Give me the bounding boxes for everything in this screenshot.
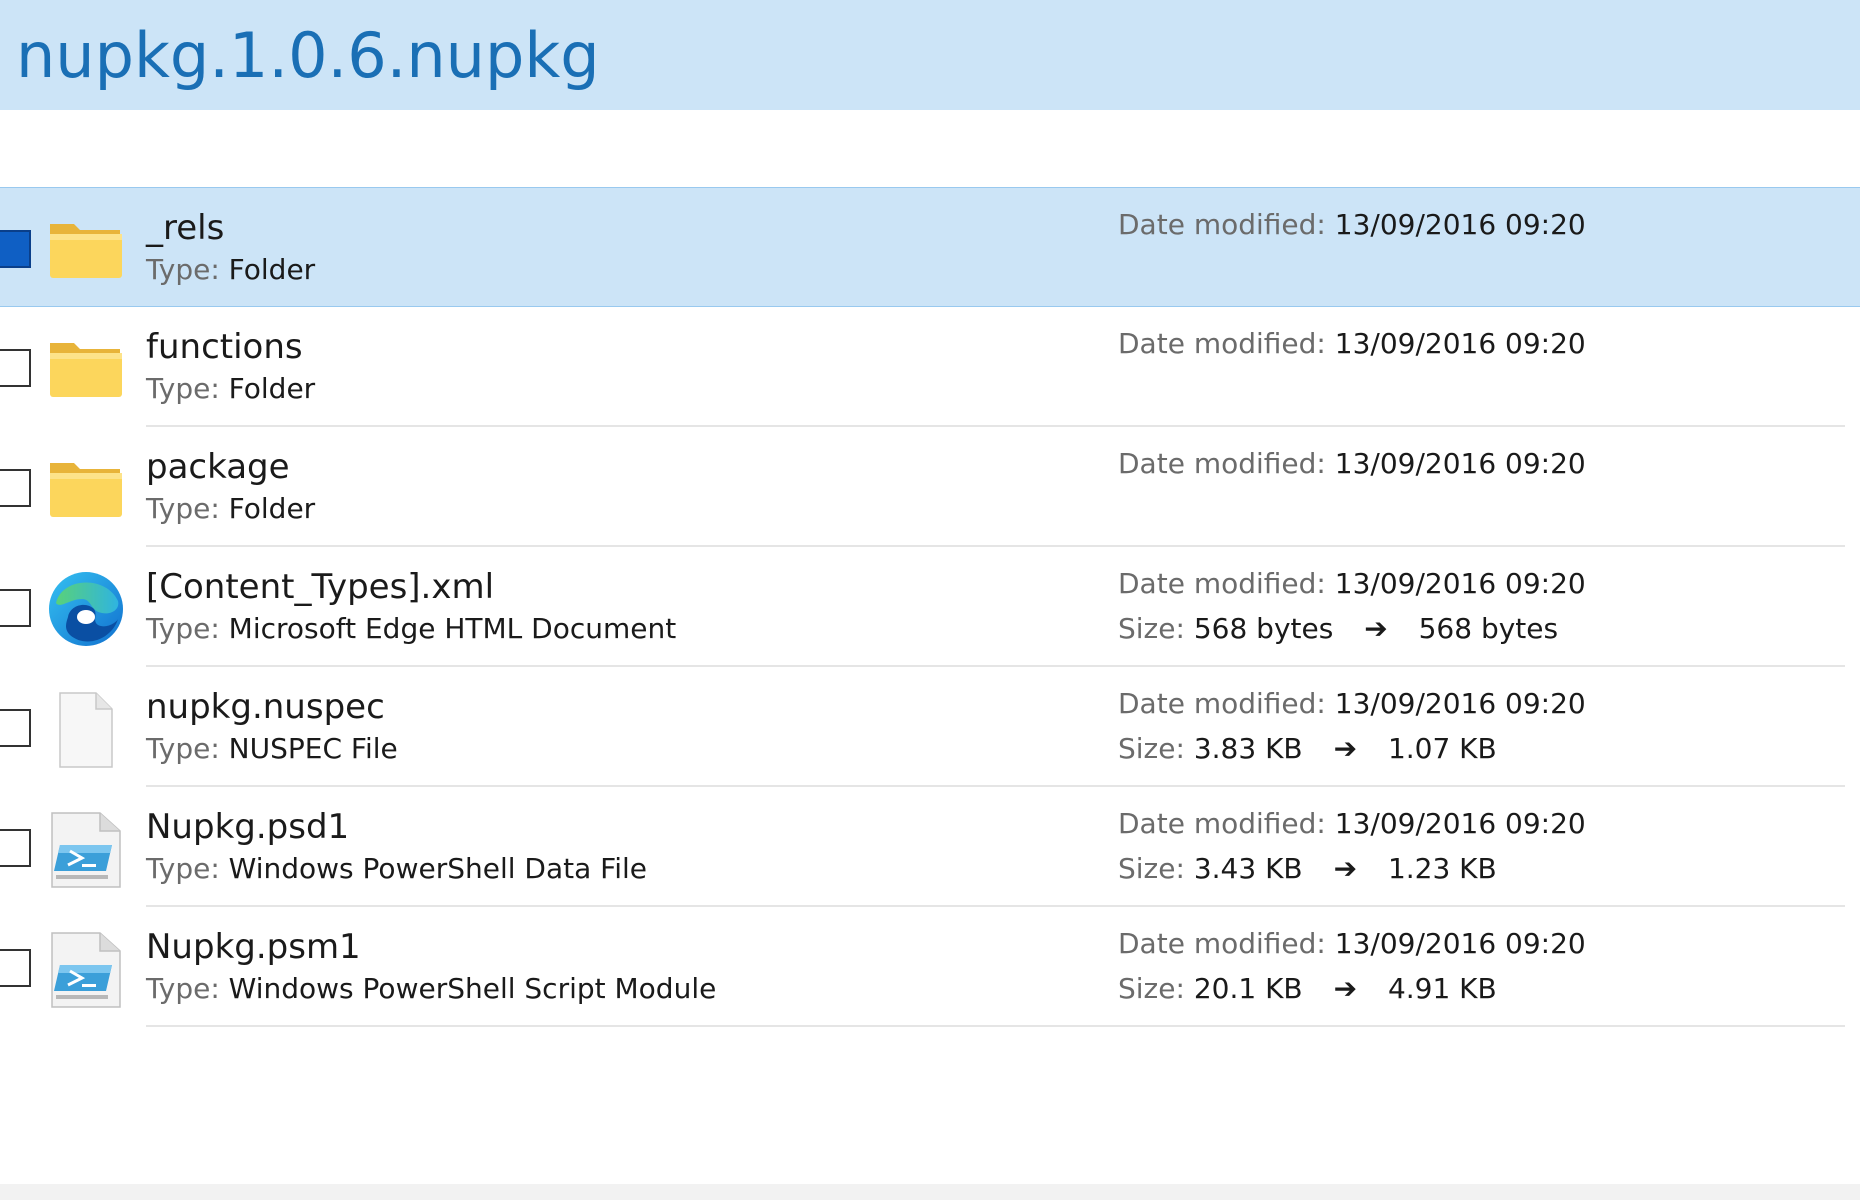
- size-label: Size:: [1118, 732, 1185, 765]
- size-label: Size:: [1118, 852, 1185, 885]
- file-name: _rels: [146, 208, 225, 248]
- size-original-value: 20.1 KB: [1193, 972, 1303, 1005]
- file-row-rels[interactable]: _rels Type: Folder Date modified: 13/09/…: [0, 187, 1860, 307]
- file-type-line: Type: Folder: [146, 251, 315, 289]
- date-modified-line: Date modified: 13/09/2016 09:20: [1118, 685, 1586, 723]
- size-line: Size: 3.83 KB ➔ 1.07 KB: [1118, 730, 1497, 768]
- size-line: Size: 3.43 KB ➔ 1.23 KB: [1118, 850, 1497, 888]
- file-type-line: Type: Folder: [146, 370, 315, 408]
- date-modified-value: 13/09/2016 09:20: [1334, 927, 1586, 960]
- type-label: Type:: [146, 253, 220, 286]
- date-modified-line: Date modified: 13/09/2016 09:20: [1118, 925, 1586, 963]
- file-type-line: Type: NUSPEC File: [146, 730, 398, 768]
- type-label: Type:: [146, 732, 220, 765]
- file-row-functions[interactable]: functions Type: Folder Date modified: 13…: [0, 307, 1860, 427]
- size-compressed-value: 1.07 KB: [1387, 732, 1497, 765]
- folder-icon: [50, 343, 122, 397]
- file-type-line: Type: Folder: [146, 490, 315, 528]
- file-type-line: Type: Windows PowerShell Data File: [146, 850, 647, 888]
- type-value: Folder: [228, 492, 316, 525]
- date-modified-value: 13/09/2016 09:20: [1334, 208, 1586, 241]
- powershell-file-icon: [51, 932, 121, 1008]
- file-row-content-types[interactable]: [Content_Types].xml Type: Microsoft Edge…: [0, 547, 1860, 667]
- file-list: _rels Type: Folder Date modified: 13/09/…: [0, 187, 1860, 1027]
- row-checkbox[interactable]: [0, 469, 31, 507]
- type-value: NUSPEC File: [228, 732, 398, 765]
- size-line: Size: 568 bytes ➔ 568 bytes: [1118, 610, 1558, 648]
- date-modified-value: 13/09/2016 09:20: [1334, 447, 1586, 480]
- file-row-package[interactable]: package Type: Folder Date modified: 13/0…: [0, 427, 1860, 547]
- size-label: Size:: [1118, 612, 1185, 645]
- size-compressed-value: 568 bytes: [1418, 612, 1559, 645]
- date-modified-value: 13/09/2016 09:20: [1334, 567, 1586, 600]
- date-modified-label: Date modified:: [1118, 567, 1326, 600]
- row-checkbox[interactable]: [0, 230, 31, 268]
- arrow-right-icon: ➔: [1333, 732, 1358, 765]
- type-value: Windows PowerShell Script Module: [228, 972, 717, 1005]
- type-label: Type:: [146, 492, 220, 525]
- date-modified-line: Date modified: 13/09/2016 09:20: [1118, 565, 1586, 603]
- size-original-value: 3.43 KB: [1193, 852, 1303, 885]
- size-label: Size:: [1118, 972, 1185, 1005]
- type-value: Folder: [228, 372, 316, 405]
- type-label: Type:: [146, 972, 220, 1005]
- type-label: Type:: [146, 372, 220, 405]
- file-name: functions: [146, 327, 303, 367]
- row-divider: [146, 1025, 1845, 1027]
- file-type-line: Type: Windows PowerShell Script Module: [146, 970, 716, 1008]
- file-row-psm1[interactable]: Nupkg.psm1 Type: Windows PowerShell Scri…: [0, 907, 1860, 1027]
- window-header: nupkg.1.0.6.nupkg: [0, 0, 1860, 110]
- powershell-file-icon: [51, 812, 121, 888]
- file-name: Nupkg.psm1: [146, 927, 361, 967]
- date-modified-line: Date modified: 13/09/2016 09:20: [1118, 805, 1586, 843]
- date-modified-label: Date modified:: [1118, 807, 1326, 840]
- date-modified-label: Date modified:: [1118, 927, 1326, 960]
- arrow-right-icon: ➔: [1364, 612, 1388, 645]
- date-modified-value: 13/09/2016 09:20: [1334, 687, 1586, 720]
- size-compressed-value: 1.23 KB: [1387, 852, 1497, 885]
- date-modified-value: 13/09/2016 09:20: [1334, 807, 1586, 840]
- blank-file-icon: [59, 692, 113, 768]
- file-name: [Content_Types].xml: [146, 567, 495, 607]
- date-modified-label: Date modified:: [1118, 447, 1326, 480]
- date-modified-line: Date modified: 13/09/2016 09:20: [1118, 445, 1586, 483]
- file-type-line: Type: Microsoft Edge HTML Document: [146, 610, 676, 648]
- folder-icon: [50, 224, 122, 278]
- date-modified-label: Date modified:: [1118, 208, 1326, 241]
- row-checkbox[interactable]: [0, 589, 31, 627]
- type-label: Type:: [146, 612, 220, 645]
- date-modified-value: 13/09/2016 09:20: [1334, 327, 1586, 360]
- date-modified-label: Date modified:: [1118, 687, 1326, 720]
- folder-icon: [50, 463, 122, 517]
- file-name: Nupkg.psd1: [146, 807, 350, 847]
- date-modified-label: Date modified:: [1118, 327, 1326, 360]
- file-row-psd1[interactable]: Nupkg.psd1 Type: Windows PowerShell Data…: [0, 787, 1860, 907]
- size-line: Size: 20.1 KB ➔ 4.91 KB: [1118, 970, 1497, 1008]
- file-row-nuspec[interactable]: nupkg.nuspec Type: NUSPEC File Date modi…: [0, 667, 1860, 787]
- type-value: Windows PowerShell Data File: [228, 852, 648, 885]
- file-name: nupkg.nuspec: [146, 687, 385, 727]
- file-name: package: [146, 447, 290, 487]
- row-checkbox[interactable]: [0, 829, 31, 867]
- type-value: Folder: [228, 253, 316, 286]
- archive-title: nupkg.1.0.6.nupkg: [16, 19, 600, 92]
- size-original-value: 3.83 KB: [1193, 732, 1303, 765]
- arrow-right-icon: ➔: [1333, 972, 1358, 1005]
- type-value: Microsoft Edge HTML Document: [228, 612, 677, 645]
- size-compressed-value: 4.91 KB: [1387, 972, 1497, 1005]
- row-checkbox[interactable]: [0, 349, 31, 387]
- row-checkbox[interactable]: [0, 949, 31, 987]
- bottom-strip: [0, 1184, 1860, 1200]
- row-checkbox[interactable]: [0, 709, 31, 747]
- size-original-value: 568 bytes: [1193, 612, 1334, 645]
- date-modified-line: Date modified: 13/09/2016 09:20: [1118, 325, 1586, 363]
- type-label: Type:: [146, 852, 220, 885]
- edge-icon: [49, 572, 123, 646]
- arrow-right-icon: ➔: [1333, 852, 1358, 885]
- date-modified-line: Date modified: 13/09/2016 09:20: [1118, 206, 1586, 244]
